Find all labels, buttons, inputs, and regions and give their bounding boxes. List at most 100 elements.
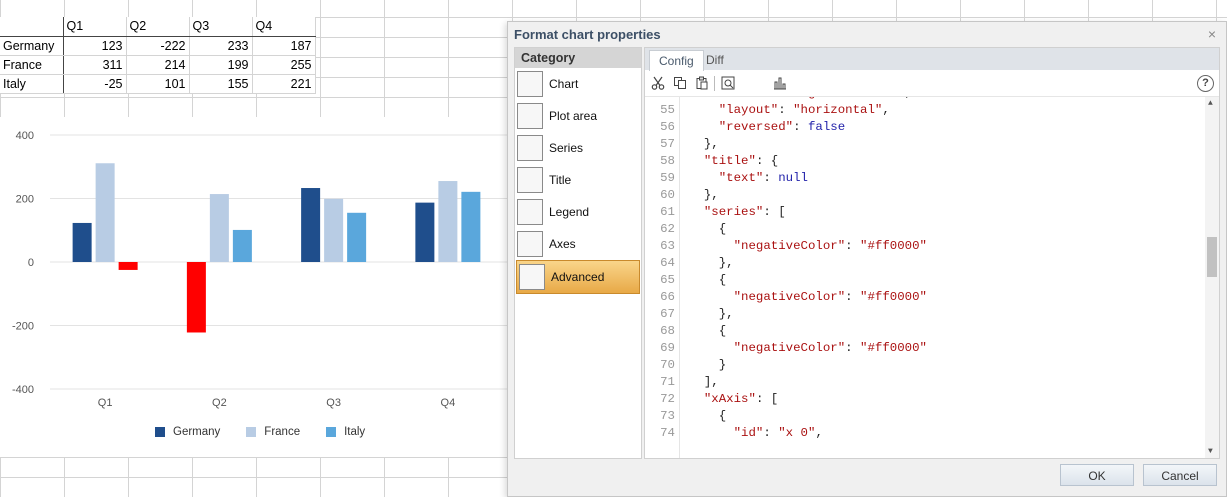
code-text: "negativeColor": "#ff0000" — [733, 341, 927, 355]
plot-area-icon — [517, 103, 543, 129]
value-cell[interactable]: 187 — [252, 36, 316, 56]
format-chart-dialog: Format chart properties × Category Chart… — [507, 21, 1227, 497]
header-cell[interactable]: Q2 — [126, 17, 190, 37]
value-cell[interactable]: 199 — [189, 55, 253, 75]
category-item-series[interactable]: Series — [515, 132, 641, 164]
scroll-down-icon[interactable]: ▼ — [1208, 447, 1213, 456]
x-tick-label: Q1 — [98, 397, 113, 409]
line-number: 72 — [660, 392, 675, 406]
line-number: 67 — [660, 307, 675, 321]
value-cell[interactable]: 214 — [126, 55, 190, 75]
bar-germany[interactable] — [415, 202, 435, 262]
line-number: 56 — [660, 120, 675, 134]
bar-france[interactable] — [438, 181, 458, 262]
category-item-advanced[interactable]: Advanced — [516, 260, 640, 294]
bar-france[interactable] — [324, 198, 344, 262]
category-label: Title — [549, 173, 572, 187]
legend-item-italy[interactable]: Italy — [326, 426, 365, 438]
paste-icon[interactable] — [695, 76, 709, 90]
bar-germany[interactable] — [72, 222, 92, 262]
y-tick-label: -400 — [12, 384, 34, 396]
value-cell[interactable]: 221 — [252, 74, 316, 94]
value-cell[interactable]: 101 — [126, 74, 190, 94]
code-text: "series": [ — [703, 205, 786, 219]
chart-icon — [517, 71, 543, 97]
category-item-legend[interactable]: Legend — [515, 196, 641, 228]
line-number: 71 — [660, 375, 675, 389]
bar-italy[interactable] — [461, 191, 481, 262]
line-number: 62 — [660, 222, 675, 236]
header-cell[interactable]: Q4 — [252, 17, 316, 37]
line-number: 68 — [660, 324, 675, 338]
category-item-axes[interactable]: Axes — [515, 228, 641, 260]
code-text: }, — [689, 137, 719, 151]
value-cell[interactable]: 155 — [189, 74, 253, 94]
code-text: } — [689, 358, 727, 372]
tab-diff[interactable]: Diff — [697, 50, 733, 70]
code-text: "reversed": false — [718, 120, 846, 134]
y-tick-label: 0 — [28, 257, 34, 269]
preview-icon[interactable] — [721, 76, 735, 90]
help-icon[interactable]: ? — [1197, 75, 1214, 92]
code-editor[interactable]: 54 "verticalAlign": "bottom",55 "layout"… — [645, 97, 1219, 458]
copy-icon[interactable] — [673, 76, 687, 90]
editor-toolbar: ? — [645, 70, 1219, 97]
bar-france[interactable] — [209, 194, 229, 262]
value-cell[interactable]: 311 — [63, 55, 127, 75]
header-cell[interactable]: Q3 — [189, 17, 253, 37]
category-label: Chart — [549, 77, 579, 91]
value-cell[interactable]: -222 — [126, 36, 190, 56]
chart-legend: Germany France Italy — [155, 426, 365, 438]
value-cell[interactable]: 255 — [252, 55, 316, 75]
row-label-cell[interactable]: France — [0, 55, 64, 75]
code-text: "title": { — [703, 154, 779, 168]
line-number: 63 — [660, 239, 675, 253]
value-cell[interactable]: 233 — [189, 36, 253, 56]
category-item-title[interactable]: Title — [515, 164, 641, 196]
close-icon[interactable]: × — [1208, 26, 1216, 42]
bar-chart[interactable]: 400 200 0 -200 -400 Q1 Q2 Q3 Q4 — [0, 117, 507, 457]
category-label: Advanced — [551, 270, 605, 284]
legend-label: Italy — [344, 426, 366, 438]
bar-france[interactable] — [95, 163, 115, 262]
row-label-cell[interactable]: Germany — [0, 36, 64, 56]
y-tick-label: 400 — [16, 130, 34, 142]
header-cell[interactable] — [0, 17, 64, 37]
bar-italy[interactable] — [347, 212, 367, 262]
scrollbar-thumb[interactable] — [1207, 237, 1217, 277]
chart-area[interactable]: 400 200 0 -200 -400 Q1 Q2 Q3 Q4 Germany France I… — [0, 117, 507, 457]
legend-item-germany[interactable]: Germany — [155, 426, 220, 438]
category-label: Series — [549, 141, 584, 155]
bar-germany[interactable] — [186, 262, 206, 333]
legend-swatch — [326, 427, 337, 437]
bar-italy[interactable] — [118, 262, 138, 270]
ok-button[interactable]: OK — [1060, 464, 1134, 486]
legend-label: France — [264, 426, 301, 438]
tab-config[interactable]: Config — [649, 50, 704, 71]
scrollbar[interactable]: ▲ ▼ — [1205, 97, 1219, 458]
category-item-plot-area[interactable]: Plot area — [515, 100, 641, 132]
header-cell[interactable]: Q1 — [63, 17, 127, 37]
line-number: 57 — [660, 137, 675, 151]
category-item-chart[interactable]: Chart — [515, 68, 641, 100]
series-icon — [517, 135, 543, 161]
data-table[interactable]: Q1 Q2 Q3 Q4 Germany 123 -222 233 187 Fra… — [0, 17, 316, 94]
legend-item-france[interactable]: France — [246, 426, 300, 438]
cut-icon[interactable] — [651, 76, 665, 90]
category-label: Legend — [549, 205, 590, 219]
x-tick-label: Q3 — [326, 397, 341, 409]
value-cell[interactable]: 123 — [63, 36, 127, 56]
line-number: 66 — [660, 290, 675, 304]
value-cell[interactable]: -25 — [63, 74, 127, 94]
cancel-button[interactable]: Cancel — [1143, 464, 1217, 486]
code-text: { — [689, 222, 727, 236]
bar-italy[interactable] — [232, 229, 252, 262]
row-label-cell[interactable]: Italy — [0, 74, 64, 94]
bar-germany[interactable] — [301, 188, 321, 262]
code-text: { — [689, 273, 727, 287]
code-text: }, — [689, 307, 734, 321]
chart-icon[interactable] — [773, 76, 787, 90]
config-panel: Config Diff ? 54 "verticalAlign": "botto… — [644, 47, 1220, 459]
code-text: }, — [689, 188, 719, 202]
scroll-up-icon[interactable]: ▲ — [1208, 99, 1213, 108]
